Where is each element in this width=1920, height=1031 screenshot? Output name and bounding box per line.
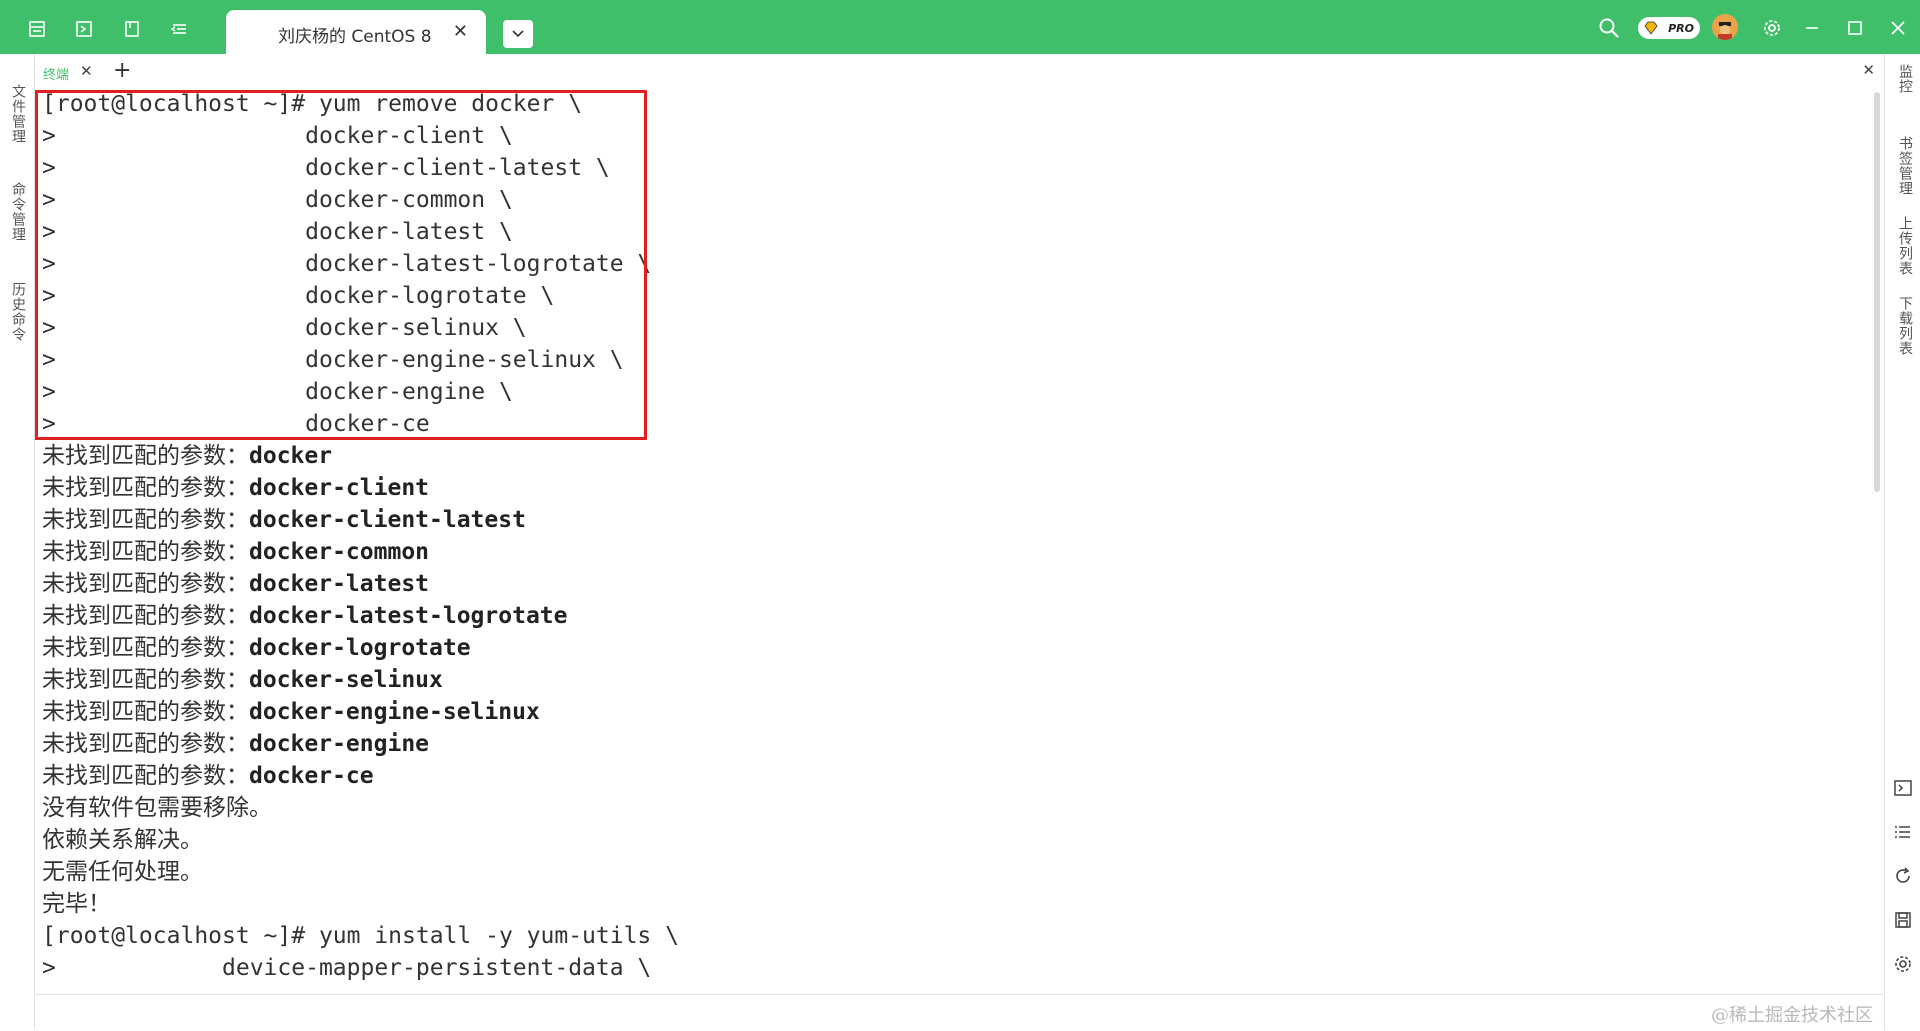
- not-found-label: 未找到匹配的参数：: [42, 603, 249, 629]
- terminal-line: 未找到匹配的参数：docker-client: [42, 472, 429, 504]
- title-bar: 刘庆杨的 CentOS 8 ✕ PRO: [0, 0, 1920, 54]
- sidebar-item-history[interactable]: 历史命令: [8, 282, 28, 342]
- terminal-line: 未找到匹配的参数：docker-engine-selinux: [42, 696, 540, 728]
- chevron-down-icon: [512, 30, 524, 38]
- not-found-label: 未找到匹配的参数：: [42, 475, 249, 501]
- left-sidebar: 文件管理 命令管理 历史命令: [0, 54, 35, 1030]
- sidebar-item-file-manager[interactable]: 文件管理: [8, 84, 28, 144]
- pro-label: PRO: [1668, 21, 1694, 35]
- not-found-arg: docker-ce: [249, 763, 374, 789]
- file-panel-icon[interactable]: [26, 18, 48, 40]
- refresh-icon[interactable]: [1893, 866, 1913, 886]
- not-found-arg: docker-latest-logrotate: [249, 603, 568, 629]
- not-found-arg: docker: [249, 443, 333, 469]
- terminal-line: 未找到匹配的参数：docker-selinux: [42, 664, 443, 696]
- not-found-arg: docker-common: [249, 539, 430, 565]
- tab-dropdown-button[interactable]: [503, 20, 533, 48]
- list-icon[interactable]: [1893, 822, 1913, 842]
- terminal-line: 未找到匹配的参数：docker: [42, 440, 332, 472]
- sidebar-item-monitor[interactable]: 监控: [1895, 64, 1915, 94]
- terminal-line: 未找到匹配的参数：docker-logrotate: [42, 632, 471, 664]
- terminal-line: [root@localhost ~]# yum install -y yum-u…: [42, 923, 679, 949]
- search-icon[interactable]: [1598, 16, 1620, 40]
- terminal-line: 依赖关系解决。: [42, 827, 203, 853]
- sidebar-item-upload-list[interactable]: 上传列表: [1895, 216, 1915, 276]
- terminal-line: 未找到匹配的参数：docker-client-latest: [42, 504, 526, 536]
- not-found-label: 未找到匹配的参数：: [42, 635, 249, 661]
- terminal-line: 未找到匹配的参数：docker-ce: [42, 760, 374, 792]
- not-found-label: 未找到匹配的参数：: [42, 539, 249, 565]
- watermark: @稀土掘金技术社区: [1711, 1005, 1873, 1026]
- terminal-line: 没有软件包需要移除。: [42, 795, 272, 821]
- terminal-line: 无需任何处理。: [42, 859, 203, 885]
- terminal-line: 未找到匹配的参数：docker-engine: [42, 728, 429, 760]
- tab-terminal[interactable]: 终端: [43, 64, 69, 83]
- terminal-icon[interactable]: [1893, 778, 1913, 798]
- minimize-icon[interactable]: [1803, 16, 1821, 40]
- save-icon[interactable]: [1893, 910, 1913, 930]
- not-found-label: 未找到匹配的参数：: [42, 667, 249, 693]
- avatar[interactable]: [1712, 14, 1738, 40]
- terminal-tabs-bar: 终端 ✕ + ✕: [35, 54, 1883, 88]
- sidebar-item-bookmarks[interactable]: 书签管理: [1895, 136, 1915, 196]
- session-tab-title: 刘庆杨的 CentOS 8: [278, 27, 432, 47]
- new-terminal-icon[interactable]: [73, 18, 95, 40]
- tab-close-icon[interactable]: ✕: [453, 21, 468, 42]
- sidebar-item-command-manager[interactable]: 命令管理: [8, 182, 28, 242]
- session-tab[interactable]: 刘庆杨的 CentOS 8 ✕: [226, 10, 486, 54]
- highlight-box: [35, 90, 647, 440]
- not-found-arg: docker-engine-selinux: [249, 699, 540, 725]
- terminal-line: 完毕！: [42, 891, 111, 917]
- not-found-arg: docker-client-latest: [249, 507, 526, 533]
- not-found-arg: docker-client: [249, 475, 430, 501]
- bottom-bar: @稀土掘金技术社区: [35, 994, 1883, 1031]
- settings-icon[interactable]: [1893, 954, 1913, 974]
- maximize-icon[interactable]: [1846, 16, 1864, 40]
- terminal-tab-close-icon[interactable]: ✕: [80, 62, 93, 80]
- not-found-label: 未找到匹配的参数：: [42, 507, 249, 533]
- not-found-label: 未找到匹配的参数：: [42, 571, 249, 597]
- terminal-line: 未找到匹配的参数：docker-latest-logrotate: [42, 600, 568, 632]
- terminal-line: 未找到匹配的参数：docker-latest: [42, 568, 429, 600]
- split-icon[interactable]: [168, 18, 190, 40]
- close-panel-icon[interactable]: ✕: [1862, 61, 1875, 79]
- not-found-arg: docker-latest: [249, 571, 430, 597]
- add-tab-button[interactable]: +: [113, 58, 131, 83]
- not-found-arg: docker-logrotate: [249, 635, 471, 661]
- gear-icon[interactable]: [1762, 16, 1782, 40]
- sidebar-item-download-list[interactable]: 下载列表: [1895, 296, 1915, 356]
- bookmark-icon[interactable]: [121, 18, 143, 40]
- diamond-icon: [1644, 21, 1658, 35]
- not-found-arg: docker-selinux: [249, 667, 443, 693]
- terminal-line: 未找到匹配的参数：docker-common: [42, 536, 429, 568]
- terminal-line: > device-mapper-persistent-data \: [42, 955, 652, 981]
- close-icon[interactable]: [1889, 16, 1907, 40]
- not-found-label: 未找到匹配的参数：: [42, 763, 249, 789]
- not-found-label: 未找到匹配的参数：: [42, 699, 249, 725]
- pro-badge[interactable]: PRO: [1638, 17, 1700, 39]
- not-found-arg: docker-engine: [249, 731, 430, 757]
- not-found-label: 未找到匹配的参数：: [42, 443, 249, 469]
- right-sidebar: 监控 书签管理 上传列表 下载列表: [1884, 54, 1920, 1030]
- terminal-scrollbar[interactable]: [1874, 92, 1880, 492]
- not-found-label: 未找到匹配的参数：: [42, 731, 249, 757]
